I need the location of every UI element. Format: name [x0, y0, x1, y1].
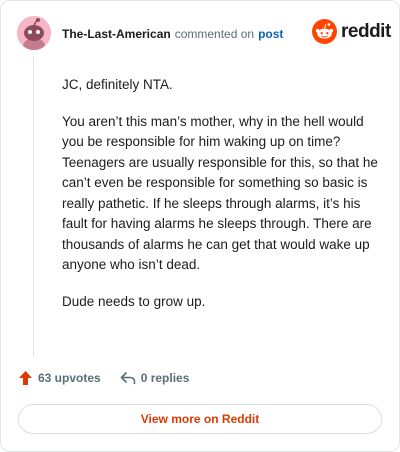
replies-button[interactable]: 0 replies — [120, 371, 190, 385]
post-link[interactable]: post — [258, 27, 283, 41]
view-more-button[interactable]: View more on Reddit — [18, 404, 382, 434]
snoo-avatar-icon — [17, 16, 51, 50]
reddit-snoo-icon — [312, 19, 337, 44]
commented-label: commented on — [174, 27, 255, 41]
embedded-comment-card: The-Last-American commented on post reddit… — [0, 0, 400, 452]
reddit-logo[interactable]: reddit — [312, 19, 391, 44]
comment-actions: 63 upvotes 0 replies — [18, 370, 189, 386]
thread-line — [33, 57, 34, 357]
comment-body: JC, definitely NTA. You aren’t this man’… — [62, 75, 380, 328]
comment-paragraph: You aren’t this man’s mother, why in the… — [62, 113, 378, 273]
reply-count: 0 replies — [140, 371, 190, 385]
upvote-count: 63 upvotes — [38, 371, 101, 385]
reply-arrow-icon — [120, 372, 136, 385]
username-link[interactable]: The-Last-American — [62, 27, 171, 41]
upvote-button[interactable]: 63 upvotes — [18, 370, 101, 386]
comment-paragraph: JC, definitely NTA. — [62, 77, 173, 92]
comment-paragraph: Dude needs to grow up. — [62, 293, 206, 309]
upvote-arrow-icon — [19, 371, 32, 385]
user-avatar[interactable] — [17, 16, 51, 50]
reddit-wordmark: reddit — [341, 20, 391, 42]
comment-header: The-Last-American commented on post — [62, 27, 283, 41]
